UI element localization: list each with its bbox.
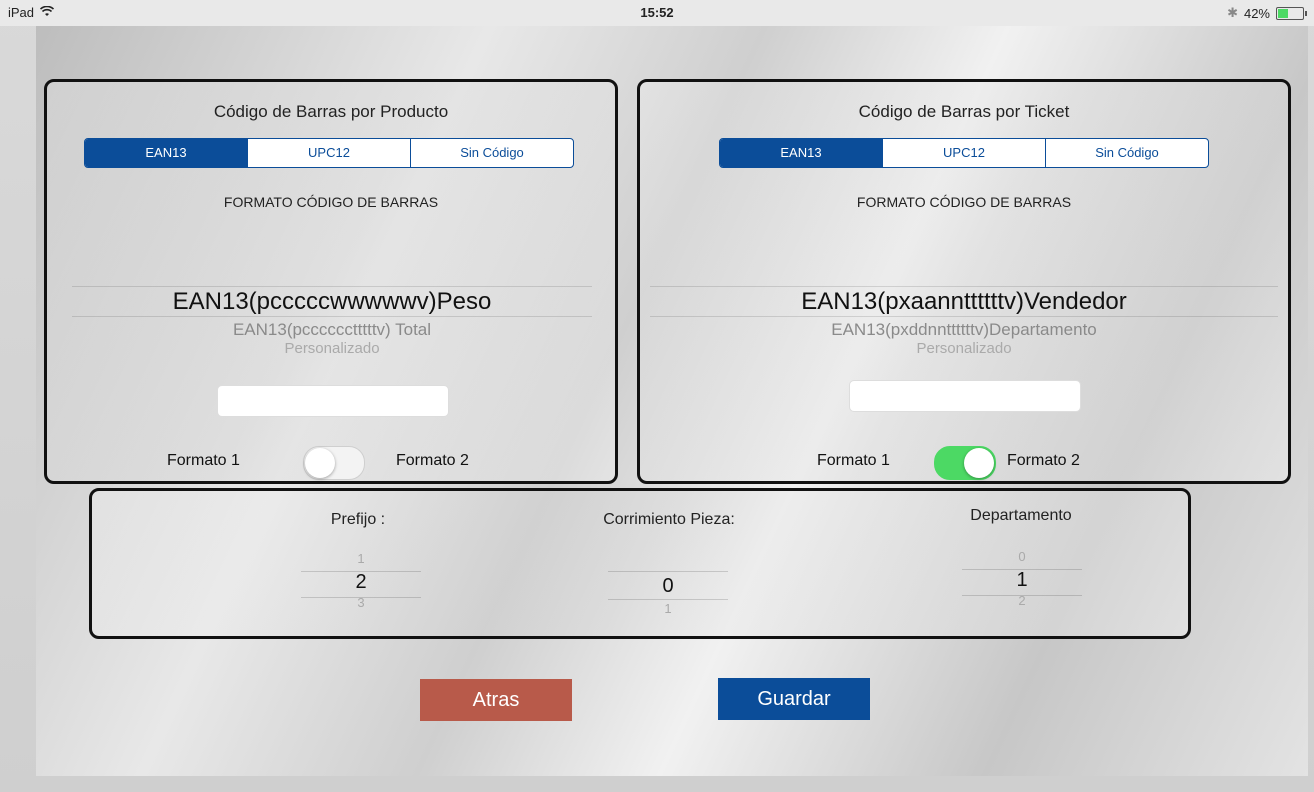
product-toggle-right-label: Formato 2 [396, 452, 469, 469]
status-bar: iPad 15:52 ✱ 42% [0, 0, 1314, 26]
product-format-label: FORMATO CÓDIGO DE BARRAS [223, 194, 439, 210]
ticket-toggle-right-label: Formato 2 [1007, 452, 1080, 469]
product-format-input[interactable] [217, 385, 449, 417]
screen: Código de Barras por Producto EAN13 UPC1… [36, 26, 1308, 776]
ticket-segment-sin-codigo[interactable]: Sin Código [1046, 139, 1208, 167]
departamento-selected: 1 [1016, 569, 1028, 591]
ticket-toggle-left-label: Formato 1 [817, 452, 890, 469]
corrimiento-selected: 0 [662, 575, 674, 597]
save-button[interactable]: Guardar [718, 678, 870, 720]
settings-panel: Prefijo : Corrimiento Pieza: Departament… [89, 488, 1191, 639]
product-barcode-panel: Código de Barras por Producto EAN13 UPC1… [44, 79, 618, 484]
departamento-label: Departamento [970, 507, 1072, 524]
corrimiento-pieza-picker[interactable]: 0 1 [608, 561, 728, 633]
prefijo-picker[interactable]: 1 2 3 [301, 551, 421, 623]
product-format-picker[interactable]: EAN13(pcccccwwwwwv)Peso EAN13(pccccccttt… [72, 278, 592, 358]
bluetooth-icon: ✱ [1227, 5, 1238, 20]
battery-percent: 42% [1243, 5, 1270, 21]
departamento-option: 0 [1018, 549, 1026, 564]
prefijo-label: Prefijo : [330, 511, 386, 528]
product-picker-selected: EAN13(pcccccwwwwwv)Peso [172, 288, 492, 315]
prefijo-selected: 2 [355, 571, 367, 593]
product-format-toggle[interactable] [303, 446, 365, 480]
battery-icon [1276, 6, 1307, 20]
ticket-barcode-segmented: EAN13 UPC12 Sin Código [719, 138, 1209, 168]
ticket-format-input[interactable] [849, 380, 1081, 412]
ticket-format-toggle-row: Formato 1 Formato 2 [640, 446, 1288, 480]
product-barcode-segmented: EAN13 UPC12 Sin Código [84, 138, 574, 168]
status-time: 15:52 [640, 5, 674, 20]
prefijo-option: 3 [357, 595, 365, 610]
product-toggle-left-label: Formato 1 [167, 452, 240, 469]
corrimiento-option: 1 [664, 601, 672, 616]
back-button[interactable]: Atras [420, 679, 572, 721]
product-picker-option: Personalizado [284, 340, 380, 357]
corrimiento-pieza-label: Corrimiento Pieza: [603, 511, 735, 528]
product-segment-sin-codigo[interactable]: Sin Código [411, 139, 573, 167]
product-picker-option: EAN13(pcccccctttttv) Total [232, 320, 432, 339]
ticket-picker-option: Personalizado [916, 340, 1012, 357]
ticket-barcode-panel: Código de Barras por Ticket EAN13 UPC12 … [637, 79, 1291, 484]
ticket-segment-ean13[interactable]: EAN13 [720, 139, 883, 167]
product-segment-ean13[interactable]: EAN13 [85, 139, 248, 167]
product-format-toggle-row: Formato 1 Formato 2 [47, 446, 615, 480]
product-panel-title: Código de Barras por Producto [213, 102, 449, 121]
departamento-option: 2 [1018, 593, 1026, 608]
ticket-segment-upc12[interactable]: UPC12 [883, 139, 1046, 167]
ticket-picker-option: EAN13(pxddnnttttttv)Departamento [831, 320, 1097, 339]
departamento-picker[interactable]: 0 1 2 [962, 549, 1082, 621]
ticket-format-picker[interactable]: EAN13(pxaannttttttv)Vendedor EAN13(pxddn… [650, 278, 1278, 358]
ticket-panel-title: Código de Barras por Ticket [858, 102, 1070, 121]
status-right: ✱ 42% [1227, 5, 1307, 21]
ticket-picker-selected: EAN13(pxaannttttttv)Vendedor [801, 288, 1127, 315]
ticket-format-label: FORMATO CÓDIGO DE BARRAS [856, 194, 1072, 210]
ticket-format-toggle[interactable] [934, 446, 996, 480]
product-segment-upc12[interactable]: UPC12 [248, 139, 411, 167]
prefijo-option: 1 [357, 551, 365, 566]
